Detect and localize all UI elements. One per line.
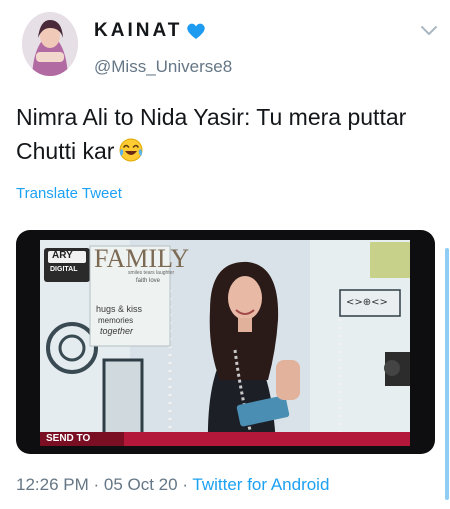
board-word-3: hugs & kiss [96, 304, 143, 314]
tweet-meta: 12:26 PM · 05 Oct 20 · Twitter for Andro… [16, 475, 329, 495]
name-row: KAINAT [94, 20, 206, 42]
board-word-1: faith love [136, 278, 161, 284]
user-handle[interactable]: @Miss_Universe8 [94, 57, 232, 77]
side-sign-text: <>⊕<> [346, 297, 388, 308]
scrollbar[interactable] [445, 248, 449, 500]
tweet-media[interactable]: ARY DIGITAL FAMILY faith love smiles tea… [16, 230, 435, 454]
tweet-body: Nimra Ali to Nida Yasir: Tu mera puttar … [16, 104, 407, 164]
meta-separator: · [177, 475, 193, 494]
tweet-time[interactable]: 12:26 PM [16, 475, 89, 494]
tweet-date[interactable]: 05 Oct 20 [104, 475, 178, 494]
tv-screen-photo: ARY DIGITAL FAMILY faith love smiles tea… [40, 240, 410, 446]
channel-logo-text: ARY [52, 250, 73, 261]
display-name[interactable]: KAINAT [94, 20, 182, 42]
chevron-down-icon[interactable] [419, 24, 439, 38]
face-with-tears-of-joy-icon [118, 137, 144, 163]
avatar-image [22, 12, 78, 76]
ticker-label: SEND TO [46, 433, 91, 444]
tweet-text: Nimra Ali to Nida Yasir: Tu mera puttar … [16, 100, 436, 168]
avatar[interactable] [22, 12, 78, 76]
channel-logo-sub: DIGITAL [50, 266, 78, 273]
meta-separator: · [88, 475, 104, 494]
translate-tweet-link[interactable]: Translate Tweet [16, 185, 122, 202]
board-word-2: smiles tears laughter [128, 270, 175, 276]
tweet-card: KAINAT @Miss_Universe8 Nimra Ali to Nida… [0, 0, 450, 509]
board-word-5: together [100, 326, 134, 336]
board-word-4: memories [98, 316, 134, 325]
tweet-source-link[interactable]: Twitter for Android [192, 475, 329, 494]
blue-heart-icon [186, 21, 206, 41]
